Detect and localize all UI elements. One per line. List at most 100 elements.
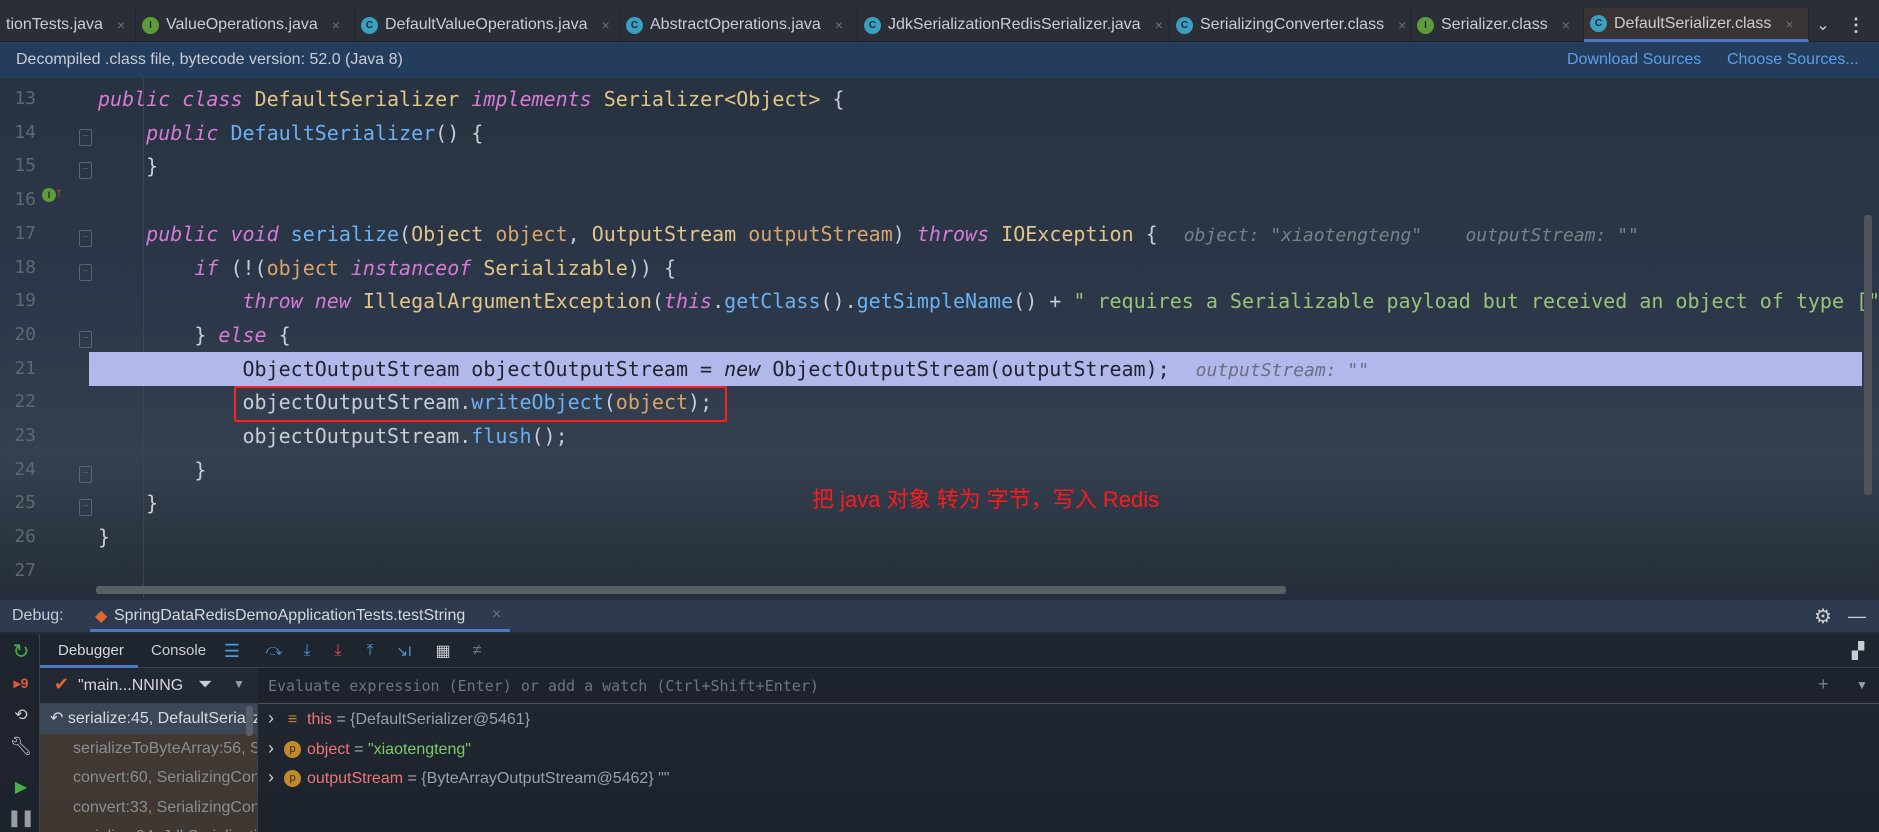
tab-tiontests-java[interactable]: tionTests.java × — [0, 8, 136, 42]
tab-valueoperations-java[interactable]: I ValueOperations.java × — [136, 8, 355, 42]
return-icon: ↶ — [50, 710, 68, 727]
line-number: 25 — [14, 492, 36, 514]
stack-frame[interactable]: serialize:94, JdkSerializationRedisSeria… — [40, 822, 257, 832]
code-line: 23 objectOutputStream.flush(); — [0, 419, 1862, 453]
frames-scrollbar[interactable] — [246, 706, 253, 736]
stack-frame[interactable]: ↶ serialize:45, DefaultSerializer — [40, 704, 257, 734]
code-text: } else { — [98, 318, 291, 352]
gear-icon[interactable]: ⚙ — [1812, 605, 1834, 628]
debug-session-tab[interactable]: ◆ SpringDataRedisDemoApplicationTests.te… — [90, 600, 510, 632]
tab-abstractoperations-java[interactable]: C AbstractOperations.java × — [620, 8, 858, 42]
wrench-icon[interactable]: 🔧︎ — [10, 735, 33, 757]
variable-row[interactable]: › p outputStream = {ByteArrayOutputStream@… — [268, 763, 669, 792]
tab-serializingconverter-class[interactable]: C SerializingConverter.class × — [1170, 8, 1411, 42]
line-number: 19 — [14, 290, 36, 312]
step-into-icon[interactable]: ⤓ — [297, 640, 317, 662]
vertical-scrollbar[interactable] — [1864, 215, 1872, 495]
dropdown-icon[interactable]: ▼ — [233, 677, 245, 691]
annotation-note: 把 java 对象 转为 字节，写入 Redis — [812, 487, 1160, 512]
pause-icon[interactable]: ❚❚ — [8, 807, 35, 829]
chevron-down-icon[interactable]: ⌄ — [1812, 10, 1834, 40]
code-token: { — [1145, 221, 1158, 246]
line-number: 15 — [14, 155, 36, 177]
frames-list-icon[interactable]: ☰ — [222, 640, 242, 662]
code-text: if (!(object instanceof Serializable)) { — [98, 251, 676, 285]
fold-icon[interactable]: − — [79, 263, 92, 281]
code-text: } — [98, 453, 206, 487]
implements-icon[interactable]: I — [42, 188, 56, 202]
close-icon[interactable]: × — [835, 17, 843, 33]
inline-value-hint: outputStream: "" — [1195, 359, 1370, 381]
code-token: () { — [435, 120, 484, 145]
code-token: if — [98, 255, 231, 280]
stack-frame[interactable]: serializeToByteArray:56, SerializingConv… — [40, 733, 257, 763]
close-icon[interactable]: × — [1562, 17, 1570, 33]
filter-icon[interactable]: ⏷ — [198, 674, 212, 695]
variable-value: {ByteArrayOutputStream@5462} "" — [421, 770, 670, 787]
thread-selector[interactable]: ✔ "main...NNING ⏷ ▼ — [40, 668, 258, 704]
tab-debugger[interactable]: Debugger — [40, 634, 138, 668]
run-to-cursor-icon[interactable]: ↘I — [394, 640, 414, 662]
line-number: 24 — [14, 458, 36, 480]
tab-jdkserializationredisserializer-java[interactable]: C JdkSerializationRedisSerializer.java × — [858, 8, 1170, 42]
close-icon[interactable]: × — [1785, 16, 1793, 32]
code-token: throw new — [98, 289, 363, 314]
step-over-icon[interactable]: ⤼ — [264, 640, 284, 662]
variable-row[interactable]: › p object = "xiaotengteng" — [268, 734, 471, 763]
fold-icon[interactable]: − — [79, 162, 92, 180]
fold-icon[interactable]: − — [79, 330, 92, 348]
more-icon[interactable]: ⋮ — [1847, 10, 1865, 40]
code-editor[interactable]: 13 public class DefaultSerializer impleme… — [0, 78, 1879, 598]
close-icon[interactable]: × — [602, 17, 610, 33]
tab-defaultserializer-class[interactable]: C DefaultSerializer.class × — [1584, 8, 1809, 42]
tab-serializer-class[interactable]: I Serializer.class × — [1411, 8, 1584, 42]
add-watch-icon[interactable]: + — [1818, 674, 1829, 695]
close-icon[interactable]: × — [1398, 17, 1406, 33]
calculator-icon[interactable]: ▦ — [433, 640, 453, 662]
evaluate-expression-input[interactable]: Evaluate expression (Enter) or add a wat… — [258, 668, 1879, 704]
fold-icon[interactable]: − — [79, 465, 92, 483]
choose-sources-link[interactable]: Choose Sources... — [1727, 51, 1859, 69]
layout-icon[interactable]: ▞ — [1847, 640, 1869, 662]
code-line: 17 public void serialize(Object object, … — [0, 217, 1862, 251]
tab-label: DefaultSerializer.class — [1614, 14, 1772, 32]
debug-label: Debug: — [12, 607, 64, 624]
close-icon[interactable]: × — [117, 17, 125, 33]
fold-icon[interactable]: − — [79, 229, 92, 247]
step-out-icon[interactable]: ⤒ — [360, 640, 380, 662]
horizontal-scrollbar[interactable] — [96, 586, 1286, 594]
stack-frame[interactable]: convert:60, SerializingConverter — [40, 763, 257, 793]
highlight-box — [234, 386, 727, 422]
parameter-icon: p — [284, 770, 301, 788]
close-icon[interactable]: × — [1155, 17, 1163, 33]
tab-defaultvalueoperations-java[interactable]: C DefaultValueOperations.java × — [355, 8, 620, 42]
dropdown-icon[interactable]: ▼ — [1856, 678, 1868, 692]
resume-icon[interactable]: ▶ — [10, 776, 32, 798]
download-sources-link[interactable]: Download Sources — [1567, 51, 1701, 69]
code-token: { — [278, 322, 291, 347]
close-icon[interactable]: × — [332, 17, 340, 33]
code-line: 13 public class DefaultSerializer impleme… — [0, 82, 1862, 116]
chevron-right-icon[interactable]: › — [268, 767, 274, 787]
chevron-right-icon[interactable]: › — [268, 738, 274, 758]
variable-row[interactable]: › ≡ this = {DefaultSerializer@5461} — [268, 704, 530, 733]
equals-sign: = — [403, 770, 422, 787]
rerun-icon[interactable]: ↻ — [10, 640, 32, 663]
chevron-right-icon[interactable]: › — [268, 708, 274, 728]
info-text: Decompiled .class file, bytecode version… — [16, 51, 403, 68]
fold-icon[interactable]: − — [79, 499, 92, 517]
line-number: 20 — [14, 323, 36, 345]
minimize-icon[interactable]: — — [1848, 605, 1866, 627]
breakpoints-icon[interactable]: ▸9 — [10, 672, 32, 694]
code-text: } — [98, 486, 158, 520]
close-icon[interactable]: × — [492, 606, 501, 624]
stack-frame[interactable]: convert:33, SerializingConverter — [40, 792, 257, 822]
restore-layout-icon[interactable]: ⟲ — [10, 704, 32, 726]
force-step-into-icon[interactable]: ⤓ — [328, 640, 348, 662]
code-token: Object — [411, 221, 496, 246]
tab-console[interactable]: Console — [151, 642, 206, 659]
arrow-up-icon: ↑ — [55, 184, 63, 200]
code-line: 27 — [0, 554, 1862, 588]
trace-icon[interactable]: ≠ — [467, 640, 487, 662]
fold-icon[interactable]: − — [79, 128, 92, 146]
